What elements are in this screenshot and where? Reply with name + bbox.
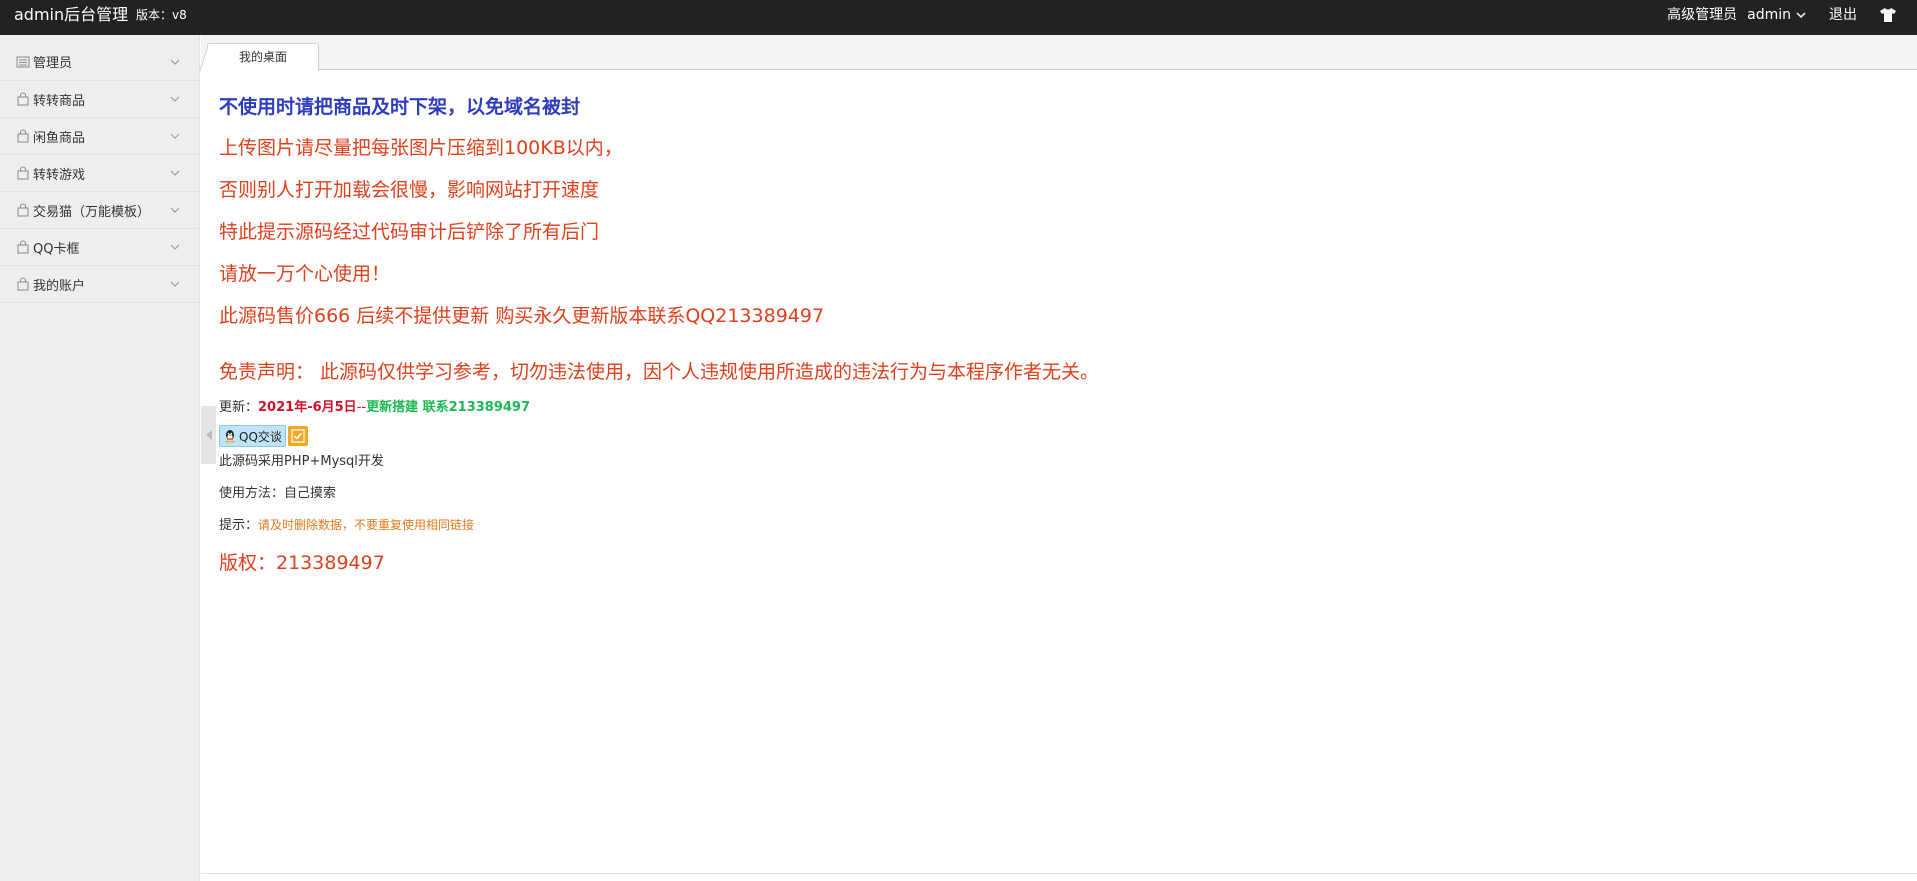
sidebar-item-label: 闲鱼商品 — [33, 130, 86, 146]
app-title: admin后台管理 — [14, 5, 129, 24]
list-icon — [16, 56, 30, 67]
notice-line: 否则别人打开加载会很慢，影响网站打开速度 — [219, 179, 600, 201]
bag-icon — [17, 203, 29, 217]
tab-my-desktop[interactable]: 我的桌面 — [207, 43, 319, 71]
disclaimer: 免责声明： 此源码仅供学习参考，切勿违法使用，因个人违规使用所造成的违法行为与本… — [219, 361, 1100, 383]
qq-chat-button[interactable]: QQ交谈 — [219, 425, 286, 447]
sidebar-item-label: 转转商品 — [33, 93, 86, 109]
sidebar-item-label: 管理员 — [33, 56, 73, 71]
chevron-down-icon — [1796, 12, 1806, 19]
sidebar-item-jiaoyimao[interactable]: 交易猫（万能模板） — [0, 192, 199, 229]
chevron-down-icon — [170, 281, 180, 287]
user-role: 高级管理员 — [1667, 7, 1738, 23]
chevron-down-icon — [170, 96, 180, 102]
qq-check-button[interactable] — [287, 426, 308, 446]
update-separator: -- — [356, 400, 367, 415]
sidebar-item-zhuanzhuan-goods[interactable]: 转转商品 — [0, 81, 199, 118]
sidebar-item-xianyu-goods[interactable]: 闲鱼商品 — [0, 118, 199, 155]
chevron-down-icon — [170, 170, 180, 176]
version-label: 版本：v8 — [136, 8, 187, 22]
sidebar-item-label: 交易猫（万能模板） — [33, 204, 151, 220]
main-content: 不使用时请把商品及时下架，以免域名被封 上传图片请尽量把每张图片压缩到100KB… — [219, 70, 1909, 870]
usage-info: 使用方法：自己摸索 — [219, 486, 337, 501]
tab-label: 我的桌面 — [238, 50, 287, 64]
update-label: 更新： — [219, 400, 259, 415]
qq-penguin-icon — [225, 430, 235, 443]
username: admin — [1747, 7, 1791, 23]
chevron-down-icon — [170, 133, 180, 139]
sidebar-item-label: QQ卡框 — [33, 241, 80, 257]
bag-icon — [17, 92, 29, 106]
notice-line: 此源码售价666 后续不提供更新 购买永久更新版本联系QQ213389497 — [219, 305, 825, 327]
tshirt-icon[interactable] — [1879, 6, 1897, 24]
sidebar-item-my-account[interactable]: 我的账户 — [0, 266, 199, 303]
update-note: 更新搭建 联系213389497 — [366, 400, 531, 415]
user-menu[interactable]: admin — [1747, 6, 1807, 24]
sidebar-item-qq-frame[interactable]: QQ卡框 — [0, 229, 199, 266]
footer-divider — [201, 873, 1917, 874]
bag-icon — [17, 129, 29, 143]
notice-title: 不使用时请把商品及时下架，以免域名被封 — [219, 96, 581, 118]
tab-bar: 我的桌面 — [201, 35, 1917, 71]
chevron-down-icon — [170, 59, 180, 65]
tip-text: 请及时删除数据，不要重复使用相同链接 — [258, 518, 475, 532]
tech-stack-info: 此源码采用PHP+Mysql开发 — [219, 454, 384, 469]
notice-line: 特此提示源码经过代码审计后铲除了所有后门 — [219, 221, 600, 243]
sidebar: 管理员 转转商品 闲鱼商品 转转游戏 交易猫（万能模板） QQ卡框 我的账户 — [0, 35, 200, 881]
sidebar-item-label: 转转游戏 — [33, 167, 86, 183]
top-right-actions: 高级管理员 admin 退出 — [1667, 6, 1897, 24]
update-date: 2021年-6月5日 — [258, 400, 357, 415]
bag-icon — [17, 240, 29, 254]
update-info: 更新：2021年-6月5日--更新搭建 联系213389497 — [219, 396, 530, 415]
sidebar-collapse-button[interactable] — [201, 406, 216, 464]
tip-label: 提示： — [219, 518, 259, 533]
bag-icon — [17, 277, 29, 291]
top-bar: admin后台管理 版本：v8 高级管理员 admin 退出 — [0, 0, 1917, 35]
tip-info: 提示：请及时删除数据，不要重复使用相同链接 — [219, 514, 474, 533]
notice-line: 上传图片请尽量把每张图片压缩到100KB以内， — [219, 137, 623, 159]
checkmark-icon — [291, 429, 305, 443]
sidebar-item-admin[interactable]: 管理员 — [0, 35, 199, 81]
sidebar-item-label: 我的账户 — [33, 278, 86, 294]
triangle-left-icon — [206, 430, 212, 440]
bag-icon — [17, 166, 29, 180]
sidebar-item-zhuanzhuan-games[interactable]: 转转游戏 — [0, 155, 199, 192]
qq-chat-label: QQ交谈 — [239, 429, 282, 444]
chevron-down-icon — [170, 207, 180, 213]
copyright: 版权：213389497 — [219, 552, 385, 574]
qq-contact: QQ交谈 — [219, 425, 308, 447]
chevron-down-icon — [170, 244, 180, 250]
logout-link[interactable]: 退出 — [1829, 6, 1857, 24]
notice-line: 请放一万个心使用！ — [219, 263, 391, 285]
